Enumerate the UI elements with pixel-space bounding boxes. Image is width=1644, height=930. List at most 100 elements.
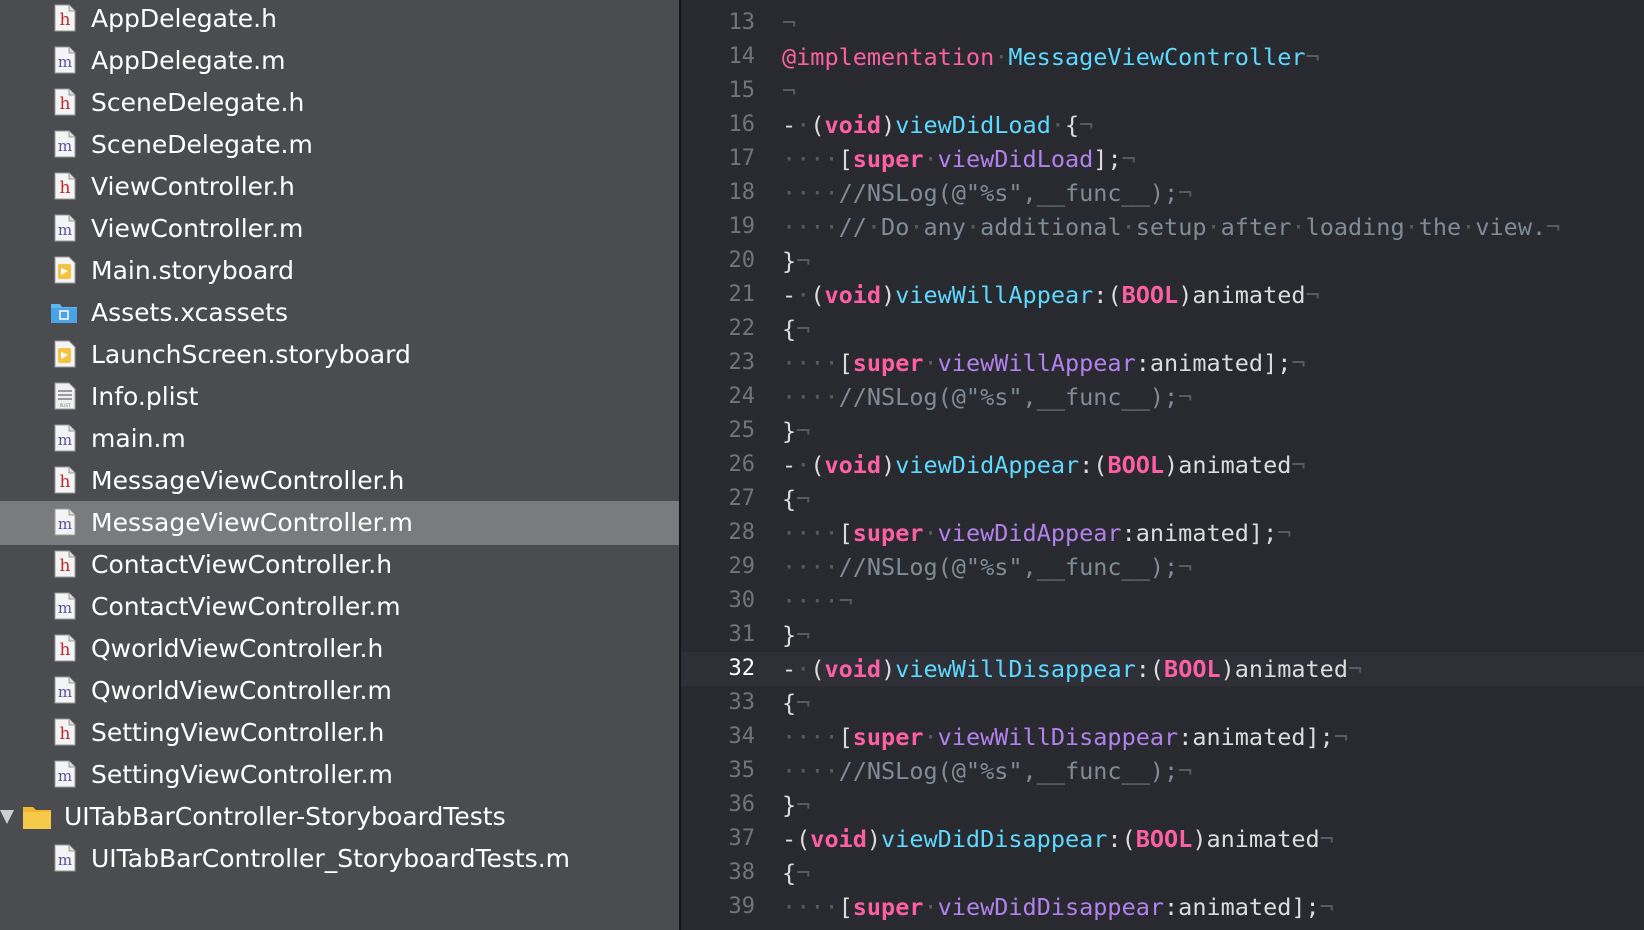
source-file-icon: m — [54, 592, 76, 620]
code-token: · — [1206, 213, 1221, 241]
navigator-file-item[interactable]: m UITabBarController_StoryboardTests.m — [0, 837, 679, 881]
code-token: ¬ — [796, 859, 811, 887]
navigator-file-item[interactable]: Assets.xcassets — [0, 291, 679, 335]
code-line[interactable]: 34 ····[super·viewWillDisappear:animated]… — [681, 720, 1644, 754]
code-line[interactable]: 24 ····//NSLog(@"%s",__func__);¬ — [681, 380, 1644, 414]
code-text: {¬ — [782, 312, 810, 346]
code-line[interactable]: 19 ····//·Do·any·additional·setup·after·l… — [681, 210, 1644, 244]
navigator-file-item[interactable]: h ViewController.h — [0, 165, 679, 209]
code-token: viewWillAppear — [895, 281, 1094, 309]
code-token: @implementation — [782, 43, 995, 71]
file-name-label: QworldViewController.m — [91, 676, 392, 705]
navigator-file-item[interactable]: m ContactViewController.m — [0, 585, 679, 629]
storyboard-file-icon — [54, 340, 76, 368]
svg-text:h: h — [60, 724, 71, 744]
code-token: )animated — [1178, 281, 1306, 309]
code-token: - — [782, 111, 797, 139]
navigator-file-item[interactable]: PLIST Info.plist — [0, 375, 679, 419]
code-line[interactable]: 17 ····[super·viewDidLoad];¬ — [681, 142, 1644, 176]
code-token: MessageViewController — [1008, 43, 1306, 71]
current-code-line[interactable]: 32 -·(void)viewWillDisappear:(BOOL)animat… — [681, 652, 1644, 686]
code-text: ····//·Do·any·additional·setup·after·loa… — [782, 210, 1560, 244]
navigator-file-item[interactable]: m ViewController.m — [0, 207, 679, 251]
navigator-file-item[interactable]: h SettingViewController.h — [0, 711, 679, 755]
code-line[interactable]: 31}¬ — [681, 618, 1644, 652]
code-line[interactable]: 29 ····//NSLog(@"%s",__func__);¬ — [681, 550, 1644, 584]
code-line[interactable]: 20}¬ — [681, 244, 1644, 278]
code-token: // — [838, 213, 867, 241]
code-token: ···· — [782, 519, 839, 547]
navigator-file-item[interactable]: Main.storyboard — [0, 249, 679, 293]
navigator-file-item[interactable]: h AppDelegate.h — [0, 0, 679, 41]
source-file-icon: m — [54, 130, 76, 158]
code-line[interactable]: 21 -·(void)viewWillAppear:(BOOL)animated¬ — [681, 278, 1644, 312]
navigator-file-item[interactable]: h SceneDelegate.h — [0, 81, 679, 125]
storyboard-file-icon — [54, 256, 76, 284]
navigator-file-item[interactable]: m QworldViewController.m — [0, 669, 679, 713]
navigator-file-item[interactable]: m AppDelegate.m — [0, 39, 679, 83]
code-line[interactable]: 28 ····[super·viewDidAppear:animated];¬ — [681, 516, 1644, 550]
code-text: }¬ — [782, 618, 810, 652]
code-line[interactable]: 25}¬ — [681, 414, 1644, 448]
code-line[interactable]: 15 ¬ — [681, 74, 1644, 108]
navigator-file-item[interactable]: m SceneDelegate.m — [0, 123, 679, 167]
code-line[interactable]: 37 -(void)viewDidDisappear:(BOOL)animated… — [681, 822, 1644, 856]
code-token: ¬ — [1178, 553, 1193, 581]
navigator-file-item[interactable]: h ContactViewController.h — [0, 543, 679, 587]
code-line[interactable]: 38 {¬ — [681, 856, 1644, 890]
navigator-file-item[interactable]: m MessageViewController.m — [0, 501, 679, 545]
code-token: void — [824, 451, 882, 479]
code-line[interactable]: 39 ····[super·viewDidDisappear:animated];… — [681, 890, 1644, 924]
code-line[interactable]: 18 ····//NSLog(@"%s",__func__);¬ — [681, 176, 1644, 210]
code-token: -( — [782, 825, 811, 853]
svg-text:h: h — [60, 640, 71, 660]
code-token: · — [796, 111, 811, 139]
project-navigator[interactable]: h AppDelegate.h m AppDelegate.m h SceneDelega… — [0, 0, 679, 930]
code-line[interactable]: 13 ¬ — [681, 6, 1644, 40]
code-line[interactable]: 27 {¬ — [681, 482, 1644, 516]
line-number: 25 — [728, 418, 756, 443]
code-token: viewDidLoad — [937, 145, 1094, 173]
code-line[interactable]: 23 ····[super·viewWillAppear:animated];¬ — [681, 346, 1644, 380]
code-token: { — [782, 859, 797, 887]
code-text: ····¬ — [782, 584, 853, 618]
code-token: //NSLog(@"%s",__func__); — [838, 553, 1179, 581]
code-token: ( — [810, 451, 825, 479]
code-line[interactable]: 33 {¬ — [681, 686, 1644, 720]
code-token: ····¬ — [782, 587, 853, 615]
line-number: 32 — [728, 656, 756, 681]
code-line[interactable]: 35 ····//NSLog(@"%s",__func__);¬ — [681, 754, 1644, 788]
line-number: 19 — [728, 214, 756, 239]
code-token: } — [782, 417, 797, 445]
navigator-group[interactable]: UITabBarController-StoryboardTests — [0, 795, 679, 839]
code-editor[interactable]: 13 ¬ 14 @implementation·MessageViewControll… — [681, 0, 1644, 930]
code-text: }¬ — [782, 244, 810, 278]
navigator-file-item[interactable]: m SettingViewController.m — [0, 753, 679, 797]
code-token: //NSLog(@"%s",__func__); — [838, 757, 1179, 785]
file-name-label: SceneDelegate.m — [91, 130, 313, 159]
code-token: ···· — [782, 723, 839, 751]
code-token: :( — [1107, 825, 1136, 853]
navigator-file-item[interactable]: h MessageViewController.h — [0, 459, 679, 503]
folder-icon — [22, 804, 51, 832]
code-line[interactable]: 14 @implementation·MessageViewController¬ — [681, 40, 1644, 74]
source-file-icon: m — [54, 214, 76, 242]
code-token: ···· — [782, 145, 839, 173]
code-token: ¬ — [1347, 655, 1363, 683]
code-line[interactable]: 16 -·(void)viewDidLoad·{¬ — [681, 108, 1644, 142]
file-name-label: UITabBarController_StoryboardTests.m — [91, 844, 571, 873]
code-line[interactable]: 30 ····¬ — [681, 584, 1644, 618]
navigator-file-item[interactable]: h QworldViewController.h — [0, 627, 679, 671]
disclosure-triangle-icon[interactable] — [0, 810, 14, 824]
navigator-file-item[interactable]: m main.m — [0, 417, 679, 461]
line-number: 15 — [728, 78, 756, 103]
code-text: ····//NSLog(@"%s",__func__);¬ — [782, 176, 1192, 210]
svg-text:h: h — [60, 94, 71, 114]
navigator-file-item[interactable]: LaunchScreen.storyboard — [0, 333, 679, 377]
code-line[interactable]: 36}¬ — [681, 788, 1644, 822]
file-name-label: ViewController.h — [91, 172, 295, 201]
code-token: ¬ — [1333, 723, 1348, 751]
code-line[interactable]: 26 -·(void)viewDidAppear:(BOOL)animated¬ — [681, 448, 1644, 482]
code-line[interactable]: 22 {¬ — [681, 312, 1644, 346]
code-text: ····//NSLog(@"%s",__func__);¬ — [782, 550, 1192, 584]
